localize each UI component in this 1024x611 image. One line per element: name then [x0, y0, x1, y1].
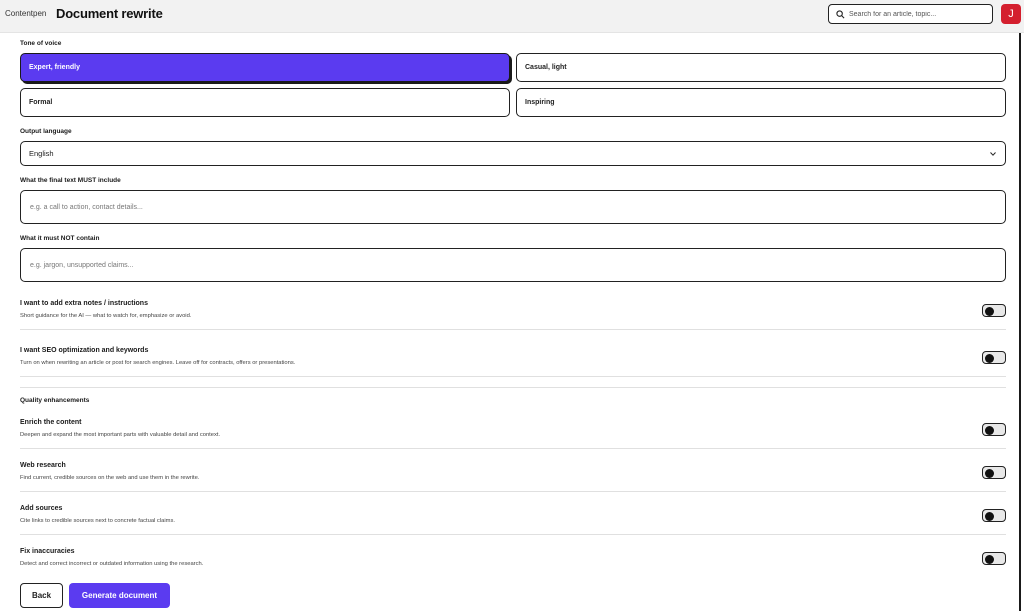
page-title: Document rewrite	[56, 6, 163, 21]
fix-inaccuracies-toggle[interactable]	[982, 552, 1006, 565]
avatar[interactable]: J	[1001, 4, 1021, 24]
divider	[20, 448, 1006, 449]
search-input[interactable]	[849, 10, 989, 18]
add-sources-desc: Cite links to credible sources next to c…	[20, 518, 175, 524]
extra-notes-desc: Short guidance for the AI — what to watc…	[20, 313, 192, 319]
must-not-label: What it must NOT contain	[20, 235, 100, 242]
must-include-placeholder: e.g. a call to action, contact details..…	[30, 203, 143, 211]
add-sources-title: Add sources	[20, 505, 63, 512]
divider	[20, 387, 1006, 388]
fix-inaccuracies-desc: Detect and correct incorrect or outdated…	[20, 561, 204, 567]
must-not-input[interactable]: e.g. jargon, unsupported claims...	[20, 248, 1006, 282]
divider	[20, 491, 1006, 492]
generate-document-button[interactable]: Generate document	[69, 583, 170, 608]
scrollbar-edge	[1019, 33, 1021, 611]
language-label: Output language	[20, 128, 72, 135]
must-not-placeholder: e.g. jargon, unsupported claims...	[30, 261, 134, 269]
seo-desc: Turn on when rewriting an article or pos…	[20, 360, 296, 366]
search-icon	[836, 9, 845, 18]
toggle-knob	[985, 425, 994, 435]
tone-label: Tone of voice	[20, 40, 62, 47]
must-include-label: What the final text MUST include	[20, 177, 121, 184]
enrich-title: Enrich the content	[20, 419, 82, 426]
web-research-desc: Find current, credible sources on the we…	[20, 475, 200, 481]
tone-option-casual-light[interactable]: Casual, light	[516, 53, 1006, 82]
quality-heading: Quality enhancements	[20, 397, 90, 404]
tone-option-inspiring[interactable]: Inspiring	[516, 88, 1006, 117]
toggle-knob	[985, 306, 994, 316]
extra-notes-title: I want to add extra notes / instructions	[20, 300, 148, 307]
back-button[interactable]: Back	[20, 583, 63, 608]
search-box[interactable]	[828, 4, 993, 24]
divider	[20, 534, 1006, 535]
tone-option-expert-friendly[interactable]: Expert, friendly	[20, 53, 510, 82]
toggle-knob	[985, 353, 994, 363]
enrich-desc: Deepen and expand the most important par…	[20, 432, 221, 438]
brand-name[interactable]: Contentpen	[5, 9, 46, 18]
chevron-down-icon	[990, 152, 996, 156]
extra-notes-toggle[interactable]	[982, 304, 1006, 317]
toggle-knob	[985, 511, 994, 521]
toggle-knob	[985, 554, 994, 564]
must-include-input[interactable]: e.g. a call to action, contact details..…	[20, 190, 1006, 224]
web-research-toggle[interactable]	[982, 466, 1006, 479]
seo-toggle[interactable]	[982, 351, 1006, 364]
divider	[20, 329, 1006, 330]
tone-option-formal[interactable]: Formal	[20, 88, 510, 117]
enrich-toggle[interactable]	[982, 423, 1006, 436]
divider	[20, 376, 1006, 377]
web-research-title: Web research	[20, 462, 66, 469]
language-select[interactable]: English	[20, 141, 1006, 166]
toggle-knob	[985, 468, 994, 478]
add-sources-toggle[interactable]	[982, 509, 1006, 522]
seo-title: I want SEO optimization and keywords	[20, 347, 149, 354]
language-value: English	[29, 149, 54, 158]
top-bar: Contentpen Document rewrite J	[0, 0, 1024, 33]
fix-inaccuracies-title: Fix inaccuracies	[20, 548, 75, 555]
